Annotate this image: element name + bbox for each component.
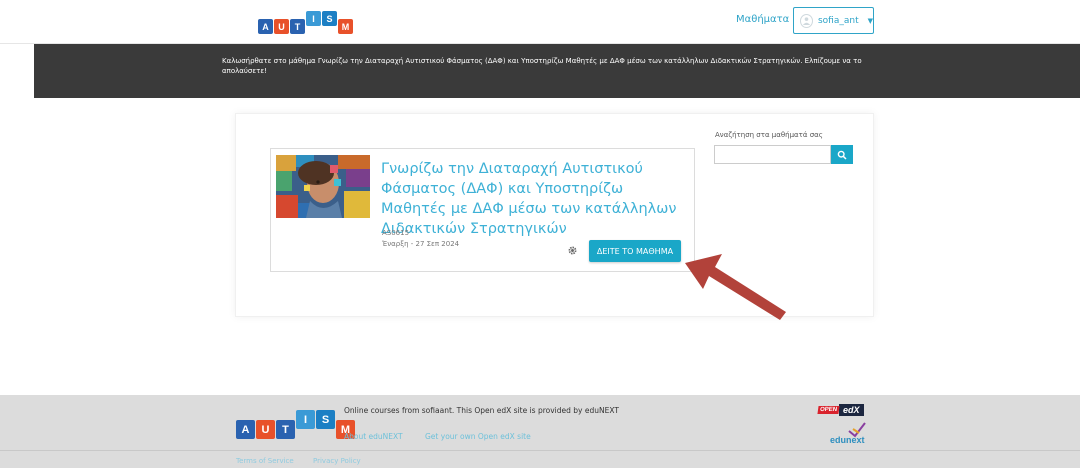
logo-cube: A — [236, 420, 255, 439]
welcome-message: Καλωσήρθατε στο μάθημα Γνωρίζω την Διατα… — [222, 57, 862, 75]
logo-cube: S — [322, 11, 337, 26]
course-start-date: Έναρξη - 27 Σεπ 2024 — [382, 240, 460, 248]
footer-logo[interactable]: A U T I S M — [236, 405, 356, 439]
privacy-policy-link[interactable]: Privacy Policy — [313, 457, 361, 465]
logo-cube: U — [274, 19, 289, 34]
site-footer: A U T I S M Online courses from sofiaant… — [0, 395, 1080, 468]
course-card: Γνωρίζω την Διαταραχή Αυτιστικού Φάσματο… — [270, 148, 695, 272]
logo-cube: I — [296, 410, 315, 429]
course-thumbnail[interactable] — [276, 155, 370, 218]
course-image — [276, 155, 370, 218]
footer-divider — [0, 450, 1080, 451]
welcome-banner: Καλωσήρθατε στο μάθημα Γνωρίζω την Διατα… — [34, 44, 1080, 98]
logo-cube: U — [256, 420, 275, 439]
search-input[interactable] — [714, 145, 831, 164]
username-label: sofia_ant — [817, 15, 859, 26]
about-edunext-link[interactable]: About eduNEXT — [344, 432, 403, 441]
logo-cube: M — [338, 19, 353, 34]
edunext-logo[interactable]: edunext — [830, 435, 865, 445]
get-openedx-link[interactable]: Get your own Open edX site — [425, 432, 531, 441]
openedx-edx-label: edX — [839, 404, 864, 416]
site-logo[interactable]: A U T I S M — [258, 8, 354, 34]
search-label: Αναζήτηση στα μαθήματά σας — [715, 131, 823, 139]
logo-cube: I — [306, 11, 321, 26]
search-icon — [837, 150, 847, 160]
openedx-open-label: OPEN — [817, 406, 840, 414]
course-title-link[interactable]: Γνωρίζω την Διαταραχή Αυτιστικού Φάσματο… — [381, 159, 681, 239]
logo-cube: S — [316, 410, 335, 429]
user-menu-dropdown[interactable]: sofia_ant ▼ — [793, 7, 874, 34]
user-icon — [802, 17, 811, 25]
terms-of-service-link[interactable]: Terms of Service — [236, 457, 294, 465]
site-header: A U T I S M Μαθήματα sofia_ant ▼ — [0, 0, 1080, 44]
logo-cube: T — [290, 19, 305, 34]
avatar — [800, 13, 813, 28]
logo-cube: T — [276, 420, 295, 439]
view-course-button[interactable]: ΔΕΙΤΕ ΤΟ ΜΑΘΗΜΑ — [589, 240, 681, 262]
search-button[interactable] — [831, 145, 853, 164]
nav-courses-link[interactable]: Μαθήματα — [736, 14, 789, 25]
annotation-arrow-icon — [685, 254, 786, 320]
footer-description: Online courses from sofiaant. This Open … — [344, 406, 619, 415]
openedx-logo[interactable]: OPEN edX — [817, 404, 864, 416]
gear-icon[interactable] — [568, 246, 577, 255]
chevron-down-icon: ▼ — [867, 16, 873, 25]
course-code: AS0615 — [382, 229, 410, 237]
logo-cube: A — [258, 19, 273, 34]
